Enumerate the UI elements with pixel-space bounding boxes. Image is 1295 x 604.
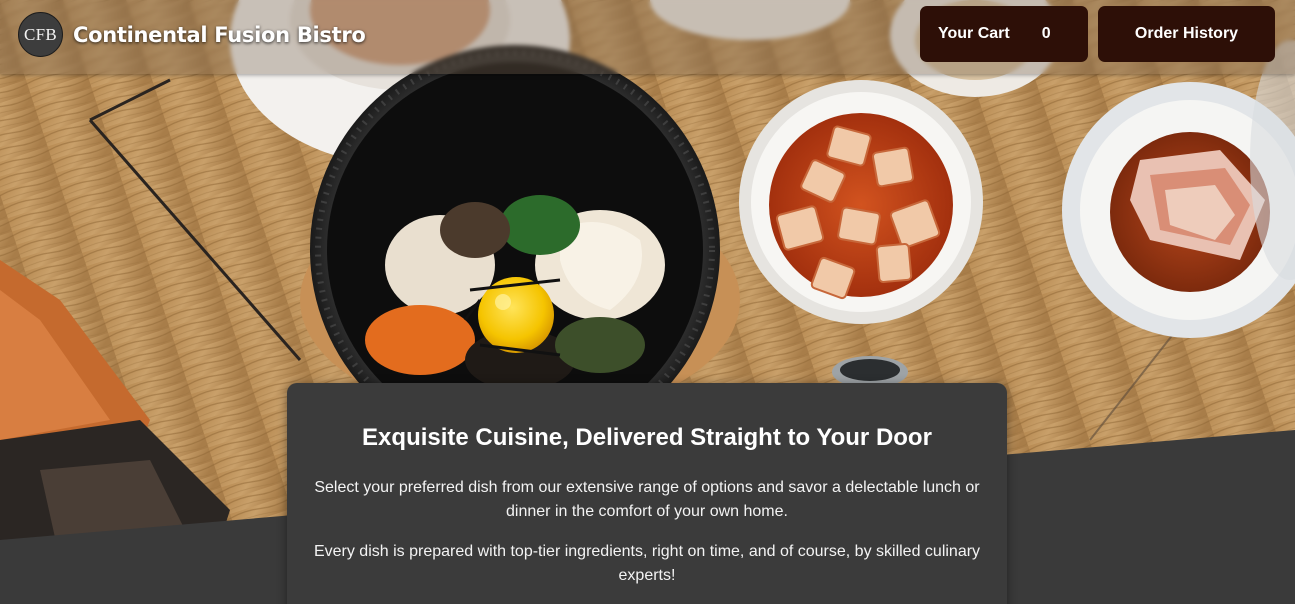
order-history-button[interactable]: Order History xyxy=(1098,6,1275,62)
intro-paragraph-2: Every dish is prepared with top-tier ing… xyxy=(313,543,981,584)
brand-logo[interactable]: CFB xyxy=(18,12,63,57)
intro-title: Exquisite Cuisine, Delivered Straight to… xyxy=(362,424,932,451)
intro-paragraph-1: Select your preferred dish from our exte… xyxy=(314,479,980,520)
cart-count-badge: 0 xyxy=(1041,25,1051,42)
cart-button[interactable]: Your Cart 0 xyxy=(920,6,1088,62)
brand[interactable]: CFB Continental Fusion Bistro xyxy=(18,12,366,57)
page: CFB Continental Fusion Bistro Your Cart … xyxy=(0,0,1295,604)
cart-label: Your Cart xyxy=(938,25,1010,42)
top-navbar: CFB Continental Fusion Bistro Your Cart … xyxy=(0,0,1295,74)
brand-name[interactable]: Continental Fusion Bistro xyxy=(73,23,366,47)
intro-card: Exquisite Cuisine, Delivered Straight to… xyxy=(287,383,1007,604)
